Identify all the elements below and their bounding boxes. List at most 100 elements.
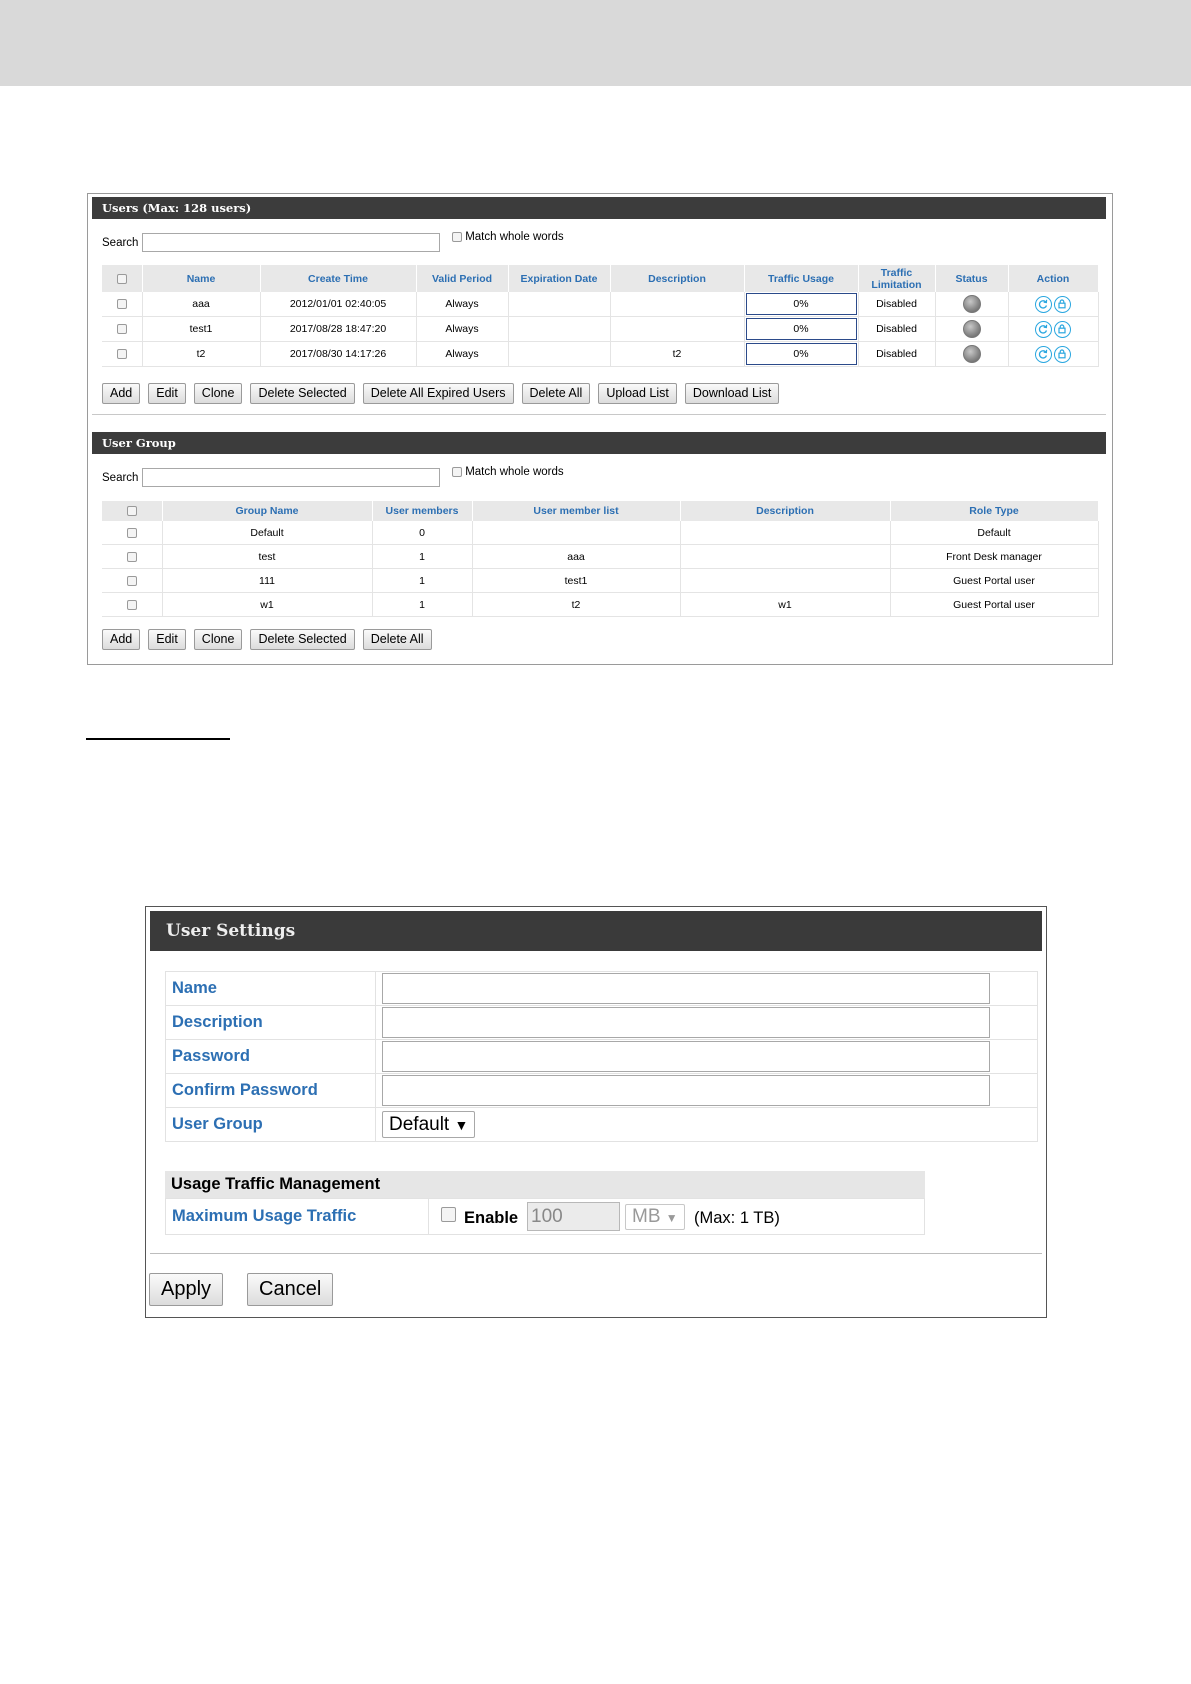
row-checkbox[interactable] <box>126 599 137 610</box>
users-match-whole-words-checkbox[interactable] <box>452 231 462 242</box>
row-select[interactable] <box>102 341 143 367</box>
row-checkbox[interactable] <box>126 527 137 538</box>
usage-row-divider <box>428 1199 429 1234</box>
cell-name: aaa <box>142 292 261 317</box>
unit-select[interactable]: MB ▼ <box>625 1204 685 1230</box>
row-checkbox[interactable] <box>116 349 127 360</box>
users-table-header: Name Create Time Valid Period Expiration… <box>102 265 1099 292</box>
col-user-member-list[interactable]: User member list <box>472 501 681 521</box>
upload-list-button[interactable]: Upload List <box>598 383 677 404</box>
users-search-input[interactable] <box>142 233 440 252</box>
triangle-down-icon: ▼ <box>665 1211 678 1225</box>
add-group-button[interactable]: Add <box>102 629 141 650</box>
row-checkbox[interactable] <box>116 299 127 310</box>
col-group-description[interactable]: Description <box>680 501 891 521</box>
add-user-button[interactable]: Add <box>102 383 141 404</box>
delete-expired-users-button[interactable]: Delete All Expired Users <box>362 383 514 404</box>
description-label: Description <box>165 1005 376 1040</box>
apply-button[interactable]: Apply <box>149 1273 224 1306</box>
row-select[interactable] <box>102 292 143 317</box>
row-select[interactable] <box>102 592 163 617</box>
group-select-all-checkbox[interactable] <box>126 506 137 517</box>
cell-traffic-usage: 0% <box>744 316 859 342</box>
group-select-all[interactable] <box>102 501 163 521</box>
edit-user-button[interactable]: Edit <box>148 383 186 404</box>
cell-member-list: t2 <box>472 592 681 617</box>
col-description[interactable]: Description <box>610 265 745 292</box>
group-section-title: User Group <box>92 432 1106 454</box>
cell-member-list: aaa <box>472 544 681 569</box>
users-select-all[interactable] <box>102 265 143 292</box>
delete-all-users-button[interactable]: Delete All <box>521 383 591 404</box>
cell-description <box>680 544 891 569</box>
cell-create-time: 2017/08/28 18:47:20 <box>260 316 417 342</box>
users-search-label: Search <box>102 237 139 249</box>
row-select[interactable] <box>102 544 163 569</box>
col-traffic-limitation-label: Traffic Limitation <box>871 266 922 291</box>
users-section-divider <box>92 414 1106 415</box>
refresh-icon[interactable] <box>1035 345 1052 363</box>
section-heading-underline <box>86 738 230 740</box>
delete-selected-users-button[interactable]: Delete Selected <box>250 383 355 404</box>
table-row: 111 1 test1 Guest Portal user <box>102 568 1099 593</box>
cell-action <box>1008 292 1099 317</box>
usage-value-input[interactable]: 100 <box>527 1202 620 1231</box>
row-checkbox[interactable] <box>116 324 127 335</box>
cancel-button[interactable]: Cancel <box>247 1273 334 1306</box>
delete-selected-groups-button[interactable]: Delete Selected <box>250 629 355 650</box>
col-action: Action <box>1008 265 1099 292</box>
form-row-description: Description <box>165 1005 1038 1040</box>
lock-icon[interactable] <box>1054 345 1071 363</box>
col-status[interactable]: Status <box>935 265 1009 292</box>
edit-group-button[interactable]: Edit <box>148 629 186 650</box>
group-search-input[interactable] <box>142 468 440 487</box>
status-indicator-icon <box>962 295 981 313</box>
enable-checkbox[interactable] <box>441 1207 456 1222</box>
user-settings-panel: User Settings Name Description Password … <box>145 906 1047 1318</box>
cell-traffic-limitation: Disabled <box>858 316 936 342</box>
refresh-icon[interactable] <box>1035 320 1052 338</box>
user-settings-form: Name Description Password Confirm Passwo… <box>165 971 1038 1142</box>
description-field[interactable] <box>382 1007 990 1038</box>
users-button-row: Add Edit Clone Delete Selected Delete All Ex… <box>102 383 787 404</box>
cell-status <box>935 341 1009 367</box>
cell-description <box>610 316 745 342</box>
row-select[interactable] <box>102 521 163 545</box>
col-traffic-usage[interactable]: Traffic Usage <box>744 265 859 292</box>
col-group-name[interactable]: Group Name <box>162 501 373 521</box>
cell-valid-period: Always <box>416 316 509 342</box>
row-checkbox[interactable] <box>126 551 137 562</box>
cell-valid-period: Always <box>416 341 509 367</box>
refresh-icon[interactable] <box>1035 295 1052 313</box>
confirm-password-label: Confirm Password <box>165 1073 376 1108</box>
row-checkbox[interactable] <box>126 575 137 586</box>
row-select[interactable] <box>102 568 163 593</box>
col-valid-period[interactable]: Valid Period <box>416 265 509 292</box>
delete-all-groups-button[interactable]: Delete All <box>362 629 432 650</box>
col-traffic-limitation[interactable]: Traffic Limitation <box>858 265 936 292</box>
row-select[interactable] <box>102 316 143 342</box>
col-user-members[interactable]: User members <box>372 501 473 521</box>
triangle-down-icon: ▼ <box>454 1117 469 1133</box>
col-name[interactable]: Name <box>142 265 261 292</box>
clone-user-button[interactable]: Clone <box>193 383 243 404</box>
users-select-all-checkbox[interactable] <box>116 273 127 284</box>
confirm-password-field[interactable] <box>382 1075 990 1106</box>
user-group-select-value: Default <box>389 1114 450 1135</box>
cell-expiration-date <box>508 316 611 342</box>
col-role-type[interactable]: Role Type <box>890 501 1099 521</box>
user-group-select[interactable]: Default ▼ <box>382 1111 476 1138</box>
col-expiration-date[interactable]: Expiration Date <box>508 265 611 292</box>
lock-icon[interactable] <box>1054 320 1071 338</box>
name-field-cell <box>375 971 1038 1006</box>
lock-icon[interactable] <box>1054 295 1071 313</box>
clone-group-button[interactable]: Clone <box>193 629 243 650</box>
password-field[interactable] <box>382 1041 990 1072</box>
name-field[interactable] <box>382 973 990 1004</box>
cell-description: t2 <box>610 341 745 367</box>
download-list-button[interactable]: Download List <box>684 383 780 404</box>
form-row-confirm-password: Confirm Password <box>165 1073 1038 1108</box>
group-match-whole-words-checkbox[interactable] <box>452 466 462 477</box>
col-create-time[interactable]: Create Time <box>260 265 417 292</box>
cell-traffic-usage: 0% <box>744 341 859 367</box>
